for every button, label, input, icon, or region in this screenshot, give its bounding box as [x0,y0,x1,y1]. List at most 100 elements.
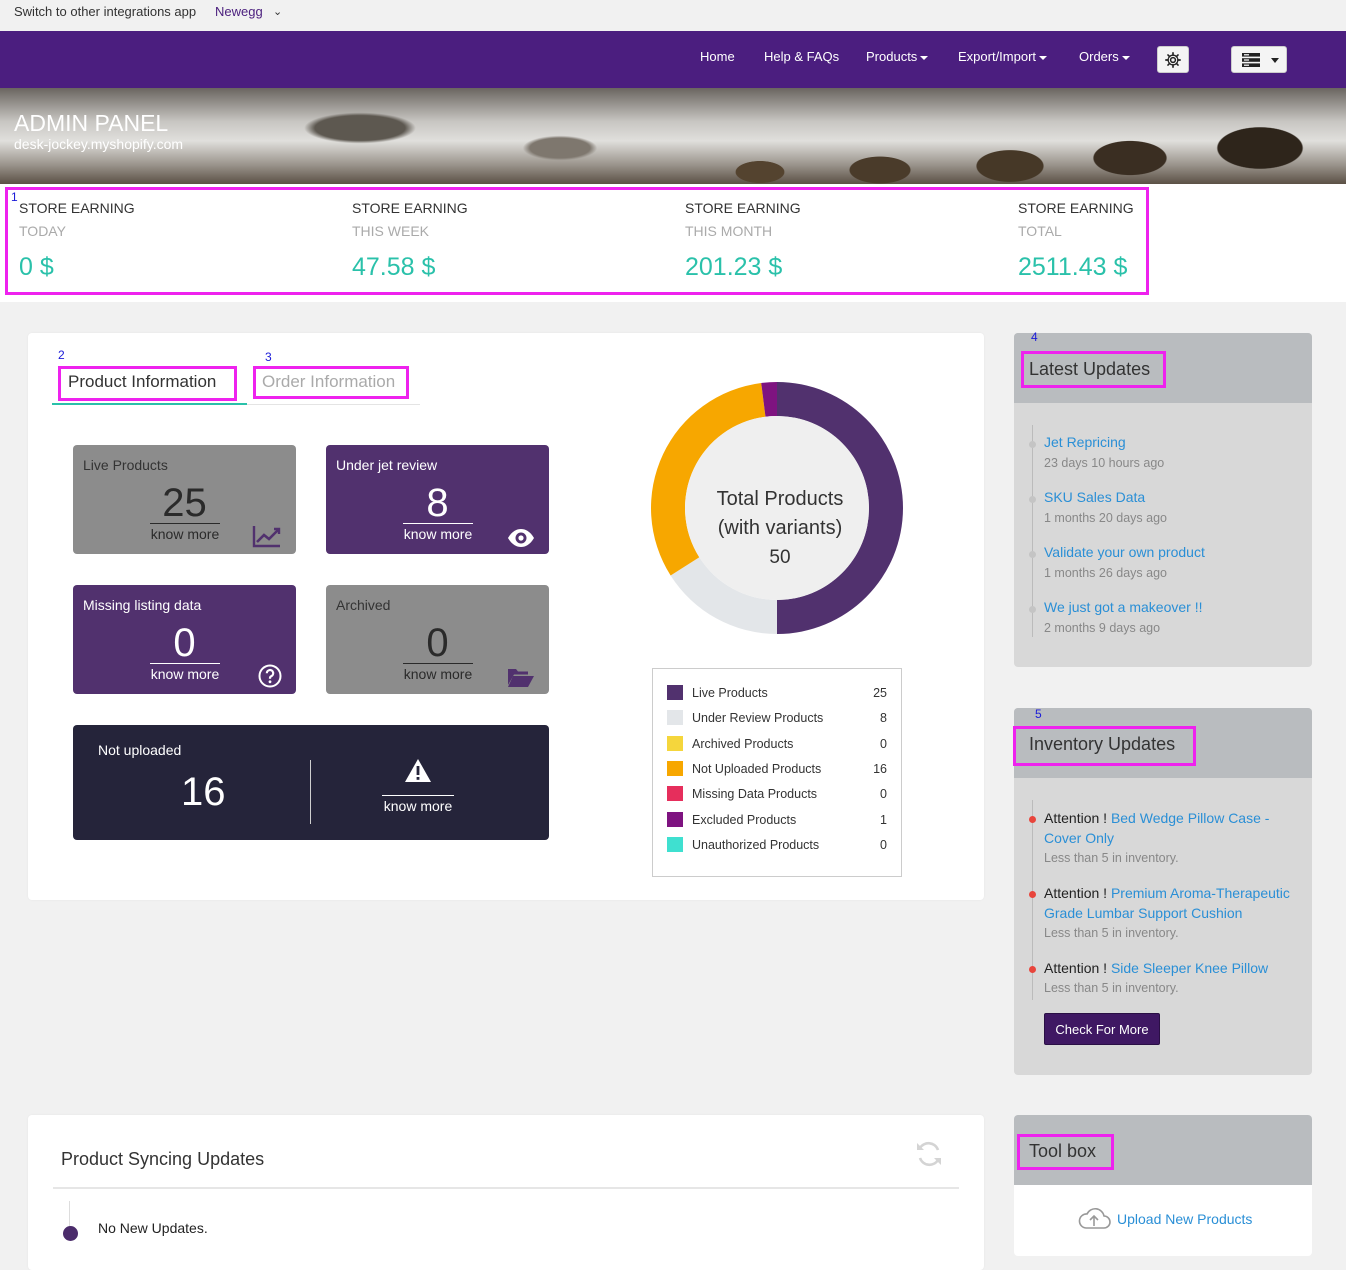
know-more-link[interactable]: know more [382,795,454,814]
legend-swatch [667,836,683,852]
legend-value: 8 [880,711,887,726]
legend-item: Unauthorized Products 0 [667,836,887,854]
legend-swatch [667,760,683,776]
page-title: ADMIN PANEL [14,110,169,136]
legend-swatch [667,735,683,751]
top-navbar: Home Help & FAQs Products Export/Import … [0,31,1346,88]
timeline-dot [1029,551,1036,558]
upload-new-products-link[interactable]: Upload New Products [1117,1211,1252,1227]
legend-label: Excluded Products [692,812,797,827]
donut-center-label: Total Products (with variants) 50 [716,488,844,568]
inventory-alert: Attention ! Side Sleeper Knee Pillow [1044,960,1269,976]
know-more-link[interactable]: know more [403,523,473,542]
nav-orders[interactable]: Orders [1079,49,1130,64]
chart-trend-icon [252,526,281,548]
chevron-down-icon[interactable]: ⌄ [273,5,282,18]
switch-label: Switch to other integrations app [14,4,197,19]
nav-help-faqs[interactable]: Help & FAQs [764,49,839,64]
legend-item: Missing Data Products 0 [667,785,887,803]
header-banner: ADMIN PANEL desk-jockey.myshopify.com [0,88,1346,184]
legend-item: Excluded Products 1 [667,811,887,829]
folder-open-icon [508,669,534,687]
annotation-number: 1 [11,190,18,204]
legend-item: Archived Products 0 [667,735,887,753]
inventory-alert: Attention ! Bed Wedge Pillow Case - Cove… [1044,810,1270,846]
tile-under-review[interactable]: Under jet review 8 know more [326,445,549,554]
product-sync-card: Product Syncing Updates No New Updates. [28,1115,984,1270]
legend-label: Unauthorized Products [692,837,820,852]
highlight-box [58,366,237,401]
store-domain: desk-jockey.myshopify.com [14,136,184,152]
inventory-note: Less than 5 in inventory. [1044,981,1179,995]
annotation-number: 3 [265,350,272,364]
legend-value: 16 [873,761,887,776]
update-time: 1 months 26 days ago [1044,566,1167,580]
tile-missing-listing[interactable]: Missing listing data 0 know more [73,585,296,694]
caret-down-icon [920,55,929,60]
timeline-dot [63,1226,78,1241]
account-menu-button[interactable] [1231,46,1287,73]
highlight-box [1021,351,1166,388]
update-time: 2 months 9 days ago [1044,621,1161,635]
server-stack-icon [1242,53,1260,67]
legend-swatch [667,786,683,802]
active-tab-underline [52,403,247,405]
update-link[interactable]: Jet Repricing [1044,434,1126,450]
tile-archived[interactable]: Archived 0 know more [326,585,549,694]
tile-not-uploaded[interactable]: Not uploaded 16 know more [73,725,549,840]
caret-down-icon [1039,55,1048,60]
integration-switch-bar: Switch to other integrations app Newegg … [0,0,1346,31]
caret-down-icon [1121,55,1130,60]
sync-title: Product Syncing Updates [61,1149,265,1169]
highlight-box [253,366,409,399]
caret-down-icon [1271,58,1279,63]
refresh-icon[interactable] [914,1139,944,1169]
nav-export-import[interactable]: Export/Import [958,49,1048,64]
highlight-box [1017,1134,1114,1170]
legend-value: 0 [880,837,887,852]
chart-legend: Live Products 25 Under Review Products 8 Arc… [652,668,902,877]
legend-value: 0 [880,787,887,802]
inventory-note: Less than 5 in inventory. [1044,851,1179,865]
annotation-number: 2 [58,348,65,362]
legend-label: Archived Products [692,736,794,751]
highlight-box [5,187,1149,295]
tile-live-products[interactable]: Live Products 25 know more [73,445,296,554]
alert-dot [1029,891,1036,898]
check-for-more-button[interactable]: Check For More [1044,1013,1160,1045]
tab-divider [247,404,420,405]
update-link[interactable]: We just got a makeover !! [1044,599,1202,615]
timeline-dot [1029,496,1036,503]
legend-item: Live Products 25 [667,684,887,702]
sync-divider [53,1187,959,1189]
integration-select[interactable]: Newegg [215,4,263,19]
alert-dot [1029,816,1036,823]
legend-value: 0 [880,736,887,751]
legend-label: Under Review Products [692,711,824,726]
know-more-link[interactable]: know more [150,663,220,682]
legend-swatch [667,710,683,726]
inventory-note: Less than 5 in inventory. [1044,926,1179,940]
legend-label: Missing Data Products [692,787,818,802]
legend-value: 1 [880,812,887,827]
timeline-dot [1029,606,1036,613]
nav-products[interactable]: Products [866,49,929,64]
nav-home[interactable]: Home [700,49,735,64]
sync-message: No New Updates. [98,1220,208,1236]
legend-label: Not Uploaded Products [692,761,822,776]
annotation-number: 5 [1035,707,1042,721]
product-link[interactable]: Side Sleeper Knee Pillow [1111,960,1268,976]
update-link[interactable]: SKU Sales Data [1044,489,1145,505]
warning-icon [405,759,431,782]
legend-swatch [667,685,683,700]
legend-value: 25 [873,686,887,700]
timeline-dot [1029,441,1036,448]
inventory-alert: Attention ! Premium Aroma-Therapeutic Gr… [1044,885,1290,921]
know-more-link[interactable]: know more [150,523,220,542]
know-more-link[interactable]: know more [403,663,473,682]
update-time: 1 months 20 days ago [1044,511,1167,525]
highlight-box [1013,726,1196,766]
settings-button[interactable] [1157,46,1189,73]
legend-item: Under Review Products 8 [667,709,887,727]
update-link[interactable]: Validate your own product [1044,544,1205,560]
